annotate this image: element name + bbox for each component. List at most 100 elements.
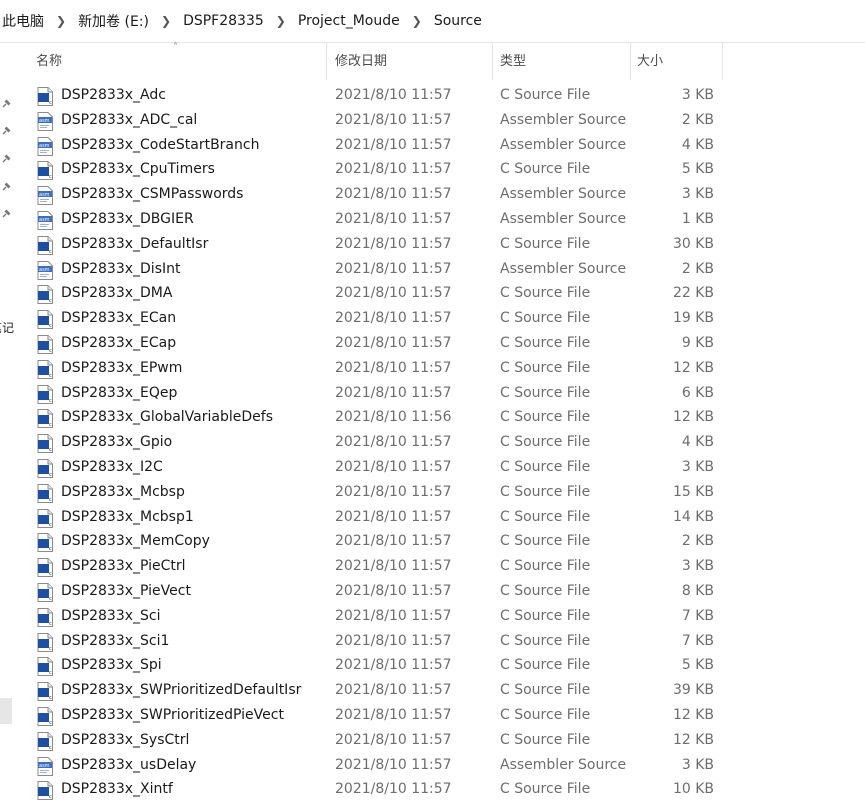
file-name: DSP2833x_Adc xyxy=(61,87,166,103)
pin-icon[interactable] xyxy=(0,153,12,165)
file-type: C Source File xyxy=(500,235,591,252)
file-row[interactable]: c DSP2833x_Gpio 2021/8/10 11:57 C Source Fi… xyxy=(30,431,730,456)
file-row[interactable]: asm DSP2833x_ADC_cal 2021/8/10 11:57 Assemb… xyxy=(30,109,730,134)
pin-icon[interactable] xyxy=(0,208,12,220)
file-row[interactable]: c DSP2833x_Xintf 2021/8/10 11:57 C Source F… xyxy=(30,778,730,803)
file-name: DSP2833x_I2C xyxy=(61,458,163,475)
c-source-file-icon: c xyxy=(37,434,53,454)
pin-icon[interactable] xyxy=(0,125,12,137)
file-name: DSP2833x_DMA xyxy=(61,285,173,302)
chevron-right-icon[interactable]: ❯ xyxy=(46,14,76,28)
file-date-modified: 2021/8/10 11:57 xyxy=(335,161,452,178)
svg-text:asm: asm xyxy=(39,267,50,273)
file-name: DSP2833x_ECan xyxy=(61,310,177,327)
file-row[interactable]: c DSP2833x_MemCopy 2021/8/10 11:57 C Source… xyxy=(30,530,730,555)
file-list: c DSP2833x_Adc 2021/8/10 11:57 C Source Fil… xyxy=(30,84,730,803)
c-source-file-icon: c xyxy=(37,607,53,627)
file-name: DSP2833x_ADC_cal xyxy=(61,111,198,128)
pin-icon[interactable] xyxy=(0,181,12,193)
file-row[interactable]: asm DSP2833x_DBGIER 2021/8/10 11:57 Assembl… xyxy=(30,208,730,233)
file-row[interactable]: c DSP2833x_Adc 2021/8/10 11:57 C Source Fil… xyxy=(30,84,730,109)
file-name: DSP2833x_CSMPasswords xyxy=(61,186,244,203)
column-divider[interactable] xyxy=(326,43,327,80)
file-size: 10 KB xyxy=(672,781,714,798)
file-row[interactable]: c DSP2833x_SysCtrl 2021/8/10 11:57 C Source… xyxy=(30,729,730,754)
file-row[interactable]: asm DSP2833x_usDelay 2021/8/10 11:57 Assemb… xyxy=(30,754,730,779)
svg-text:c: c xyxy=(49,497,52,503)
file-size: 2 KB xyxy=(681,260,714,277)
breadcrumb-source[interactable]: Source xyxy=(432,13,484,29)
file-row[interactable]: c DSP2833x_GlobalVariableDefs 2021/8/10 11… xyxy=(30,406,730,431)
c-source-file-icon: c xyxy=(37,632,53,652)
svg-text:c: c xyxy=(49,646,52,652)
file-row[interactable]: asm DSP2833x_CodeStartBranch 2021/8/10 11:… xyxy=(30,134,730,159)
nav-selected-item[interactable] xyxy=(0,698,12,724)
svg-text:asm: asm xyxy=(39,143,50,149)
file-size: 3 KB xyxy=(681,558,714,575)
breadcrumb-dspf28335[interactable]: DSPF28335 xyxy=(181,13,266,29)
file-name: DSP2833x_SWPrioritizedPieVect xyxy=(61,706,284,723)
file-type: C Source File xyxy=(500,285,591,302)
address-bar[interactable]: 此电脑 ❯ 新加卷 (E:) ❯ DSPF28335 ❯ Project_Mou… xyxy=(0,0,865,43)
file-type: C Source File xyxy=(500,582,591,599)
file-type: C Source File xyxy=(500,731,591,748)
file-row[interactable]: c DSP2833x_SWPrioritizedDefaultIsr 2021/8/… xyxy=(30,679,730,704)
file-row[interactable]: c DSP2833x_Mcbsp1 2021/8/10 11:57 C Source … xyxy=(30,506,730,531)
nav-item-label[interactable]: 笔记 xyxy=(0,319,14,336)
assembler-source-icon: asm xyxy=(37,136,53,156)
column-header-date[interactable]: 修改日期 xyxy=(335,43,387,80)
assembler-source-icon: asm xyxy=(37,111,53,131)
file-row[interactable]: c DSP2833x_PieVect 2021/8/10 11:57 C Source… xyxy=(30,580,730,605)
column-header-name[interactable]: 名称 xyxy=(36,43,62,80)
file-row[interactable]: c DSP2833x_Sci1 2021/8/10 11:57 C Source Fi… xyxy=(30,630,730,655)
breadcrumb-project-moude[interactable]: Project_Moude xyxy=(296,13,402,29)
c-source-file-icon: c xyxy=(37,409,53,429)
file-size: 2 KB xyxy=(681,533,714,550)
file-size: 39 KB xyxy=(672,682,714,699)
file-size: 8 KB xyxy=(681,582,714,599)
c-source-file-icon: c xyxy=(37,458,53,478)
file-row[interactable]: c DSP2833x_I2C 2021/8/10 11:57 C Source Fil… xyxy=(30,456,730,481)
file-size: 12 KB xyxy=(672,731,714,748)
file-size: 12 KB xyxy=(672,409,714,426)
file-row[interactable]: c DSP2833x_ECap 2021/8/10 11:57 C Source Fi… xyxy=(30,332,730,357)
file-row[interactable]: asm DSP2833x_CSMPasswords 2021/8/10 11:57 A… xyxy=(30,183,730,208)
assembler-source-icon: asm xyxy=(37,186,53,206)
c-source-file-icon: c xyxy=(37,483,53,503)
column-header-size[interactable]: 大小 xyxy=(637,43,663,80)
file-row[interactable]: c DSP2833x_ECan 2021/8/10 11:57 C Source Fi… xyxy=(30,307,730,332)
file-row[interactable]: c DSP2833x_DMA 2021/8/10 11:57 C Source Fil… xyxy=(30,282,730,307)
file-type: C Source File xyxy=(500,657,591,674)
breadcrumb-this-pc[interactable]: 此电脑 xyxy=(0,11,46,31)
pin-icon[interactable] xyxy=(0,98,12,110)
file-type: C Source File xyxy=(500,558,591,575)
file-row[interactable]: c DSP2833x_EPwm 2021/8/10 11:57 C Source Fi… xyxy=(30,357,730,382)
file-date-modified: 2021/8/10 11:57 xyxy=(335,87,452,103)
file-row[interactable]: c DSP2833x_SWPrioritizedPieVect 2021/8/10 … xyxy=(30,704,730,729)
column-divider[interactable] xyxy=(630,43,631,80)
column-divider[interactable] xyxy=(722,43,723,80)
file-name: DSP2833x_DefaultIsr xyxy=(61,235,209,252)
file-row[interactable]: c DSP2833x_Sci 2021/8/10 11:57 C Source Fil… xyxy=(30,605,730,630)
column-header-type[interactable]: 类型 xyxy=(500,43,526,80)
svg-text:c: c xyxy=(49,571,52,577)
file-row[interactable]: asm DSP2833x_DisInt 2021/8/10 11:57 Assembl… xyxy=(30,258,730,283)
breadcrumb-drive-e[interactable]: 新加卷 (E:) xyxy=(76,11,151,31)
file-row[interactable]: c DSP2833x_EQep 2021/8/10 11:57 C Source Fi… xyxy=(30,382,730,407)
file-row[interactable]: c DSP2833x_DefaultIsr 2021/8/10 11:57 C Sou… xyxy=(30,233,730,258)
chevron-right-icon[interactable]: ❯ xyxy=(402,14,432,28)
chevron-right-icon[interactable]: ❯ xyxy=(266,14,296,28)
file-date-modified: 2021/8/10 11:57 xyxy=(335,285,452,302)
column-divider[interactable] xyxy=(492,43,493,80)
file-name: DSP2833x_EQep xyxy=(61,384,178,401)
file-type: Assembler Source xyxy=(500,756,627,773)
c-source-file-icon: c xyxy=(37,384,53,404)
c-source-file-icon: c xyxy=(37,359,53,379)
file-row[interactable]: c DSP2833x_CpuTimers 2021/8/10 11:57 C Sour… xyxy=(30,158,730,183)
file-row[interactable]: c DSP2833x_PieCtrl 2021/8/10 11:57 C Source… xyxy=(30,555,730,580)
file-row[interactable]: c DSP2833x_Mcbsp 2021/8/10 11:57 C Source F… xyxy=(30,481,730,506)
chevron-right-icon[interactable]: ❯ xyxy=(151,14,181,28)
file-row[interactable]: c DSP2833x_Spi 2021/8/10 11:57 C Source Fil… xyxy=(30,654,730,679)
file-name: DSP2833x_Sci xyxy=(61,607,161,624)
file-type: C Source File xyxy=(500,483,591,500)
